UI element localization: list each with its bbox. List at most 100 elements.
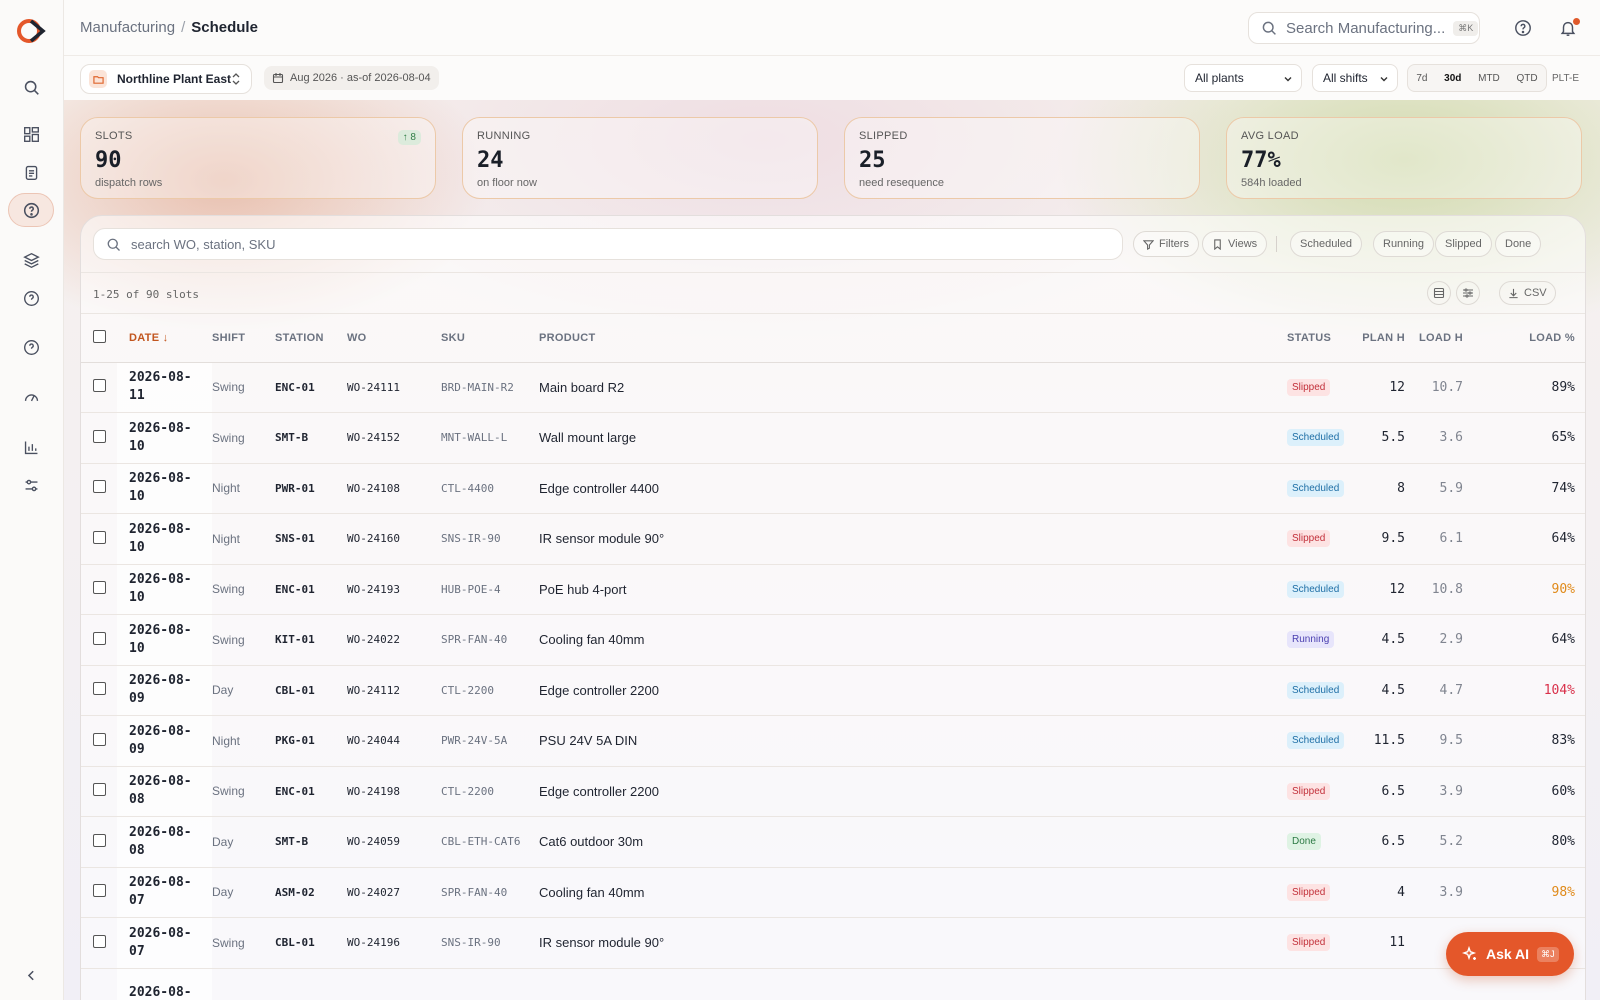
density-icon[interactable] bbox=[1427, 281, 1451, 305]
range-7d[interactable]: 7d bbox=[1416, 73, 1427, 84]
table-row[interactable]: 2026-08-10 Swing KIT-01 WO-24022 SPR-FAN-40 C… bbox=[81, 614, 1585, 666]
plant-name: Northline Plant East bbox=[117, 72, 232, 86]
columns-settings-icon[interactable] bbox=[1456, 281, 1480, 305]
date-range-chip[interactable]: Aug 2026 · as-of 2026-08-04 bbox=[264, 66, 439, 90]
global-search-input[interactable]: Search Manufacturing... ⌘K bbox=[1248, 12, 1480, 44]
cell-shift: Night bbox=[212, 715, 275, 767]
breadcrumb-current: Schedule bbox=[191, 19, 258, 36]
col-header-date[interactable]: DATE ↓ bbox=[117, 314, 212, 363]
cell-load-h: 10.8 bbox=[1417, 564, 1475, 615]
dashboard-icon[interactable] bbox=[14, 117, 48, 151]
breadcrumb-root[interactable]: Manufacturing bbox=[80, 19, 175, 36]
bar-chart-icon[interactable] bbox=[14, 430, 48, 464]
toolbar-divider bbox=[1276, 236, 1277, 252]
cell-load-pct: 80% bbox=[1475, 816, 1585, 868]
table-row[interactable]: 2026-08-07 Day ASM-02 WO-24027 SPR-FAN-40 Coo… bbox=[81, 867, 1585, 918]
shifts-filter-value: All shifts bbox=[1323, 71, 1368, 85]
row-checkbox[interactable] bbox=[81, 513, 117, 565]
table-row[interactable]: 2026-08-11 Swing ENC-01 WO-24111 BRD-MAIN-R2… bbox=[81, 362, 1585, 413]
layers-icon[interactable] bbox=[14, 243, 48, 277]
help-icon[interactable] bbox=[1514, 19, 1532, 37]
table-row[interactable]: 2026-08-08 Day SMT-B WO-24059 CBL-ETH-CAT6 Ca… bbox=[81, 816, 1585, 868]
col-header-load-h[interactable]: LOAD H bbox=[1417, 314, 1475, 363]
collapse-sidebar-icon[interactable] bbox=[14, 958, 48, 992]
gauge-icon[interactable] bbox=[14, 380, 48, 414]
sliders-icon[interactable] bbox=[14, 468, 48, 502]
range-mtd[interactable]: MTD bbox=[1478, 73, 1500, 84]
row-checkbox[interactable] bbox=[81, 917, 117, 969]
row-checkbox[interactable] bbox=[81, 766, 117, 817]
cell-wo: WO-24160 bbox=[347, 513, 441, 565]
table-row[interactable]: 2026-08-10 Night SNS-01 WO-24160 SNS-IR-90 IR… bbox=[81, 513, 1585, 565]
status-chip-slipped[interactable]: Slipped bbox=[1435, 231, 1492, 257]
row-checkbox[interactable] bbox=[81, 715, 117, 767]
col-header-wo[interactable]: WO bbox=[347, 314, 441, 363]
table-row[interactable]: 2026-08-09 Night PKG-01 WO-24044 PWR-24V-5A P… bbox=[81, 715, 1585, 767]
table-row[interactable]: 2026-08-10 Night PWR-01 WO-24108 CTL-4400 Edg… bbox=[81, 463, 1585, 514]
select-all-checkbox[interactable] bbox=[81, 314, 117, 363]
col-header-product[interactable]: PRODUCT bbox=[539, 314, 1287, 363]
row-checkbox[interactable] bbox=[81, 463, 117, 514]
col-header-status[interactable]: STATUS bbox=[1287, 314, 1359, 363]
range-qtd[interactable]: QTD bbox=[1516, 73, 1537, 84]
row-checkbox[interactable] bbox=[81, 362, 117, 413]
row-checkbox[interactable] bbox=[81, 968, 117, 1000]
cell-station: PKG-01 bbox=[275, 715, 347, 767]
clipboard-icon[interactable] bbox=[14, 155, 48, 189]
col-header-load-pct[interactable]: LOAD % bbox=[1475, 314, 1585, 363]
table-row[interactable]: 2026-08-08 Swing ENC-01 WO-24198 CTL-2200 Edg… bbox=[81, 766, 1585, 817]
chevron-down-icon bbox=[1380, 77, 1388, 82]
cell-station bbox=[275, 968, 347, 1000]
status-chip-done[interactable]: Done bbox=[1495, 231, 1542, 257]
table-row[interactable]: 2026-08-10 Swing ENC-01 WO-24193 HUB-POE-4 Po… bbox=[81, 564, 1585, 615]
col-header-sku[interactable]: SKU bbox=[441, 314, 539, 363]
filters-button[interactable]: Filters bbox=[1133, 231, 1199, 257]
status-badge: Scheduled bbox=[1287, 681, 1345, 699]
cell-sku: SNS-IR-90 bbox=[441, 513, 539, 565]
help-icon-2[interactable] bbox=[14, 330, 48, 364]
table-search-input[interactable]: search WO, station, SKU bbox=[93, 228, 1123, 260]
views-button[interactable]: Views bbox=[1202, 231, 1268, 257]
ask-ai-button[interactable]: Ask AI ⌘J bbox=[1446, 932, 1574, 976]
filters-label: Filters bbox=[1159, 238, 1189, 250]
plant-selector[interactable]: Northline Plant East bbox=[80, 64, 252, 94]
cell-plan-h: 11 bbox=[1359, 917, 1417, 969]
cell-wo: WO-24193 bbox=[347, 564, 441, 615]
kpi-sub: dispatch rows bbox=[95, 177, 163, 189]
cell-status: Scheduled bbox=[1287, 463, 1359, 514]
cell-sku: PWR-24V-5A bbox=[441, 715, 539, 767]
bookmark-icon bbox=[1214, 238, 1221, 250]
cell-plan-h: 4 bbox=[1359, 867, 1417, 918]
app-logo-icon[interactable] bbox=[17, 16, 47, 46]
row-checkbox[interactable] bbox=[81, 564, 117, 615]
row-checkbox[interactable] bbox=[81, 867, 117, 918]
row-checkbox[interactable] bbox=[81, 614, 117, 666]
chevron-down-icon bbox=[1284, 77, 1292, 82]
status-chip-running[interactable]: Running bbox=[1373, 231, 1434, 257]
col-header-shift[interactable]: SHIFT bbox=[212, 314, 275, 363]
cell-plan-h: 4.5 bbox=[1359, 665, 1417, 716]
row-checkbox[interactable] bbox=[81, 412, 117, 464]
table-row[interactable]: 2026-08-07 Swing CBL-01 WO-24196 SNS-IR-90 IR… bbox=[81, 917, 1585, 969]
help-circle-icon-active[interactable] bbox=[8, 193, 54, 227]
search-icon[interactable] bbox=[14, 70, 48, 104]
col-header-plan-h[interactable]: PLAN H bbox=[1359, 314, 1417, 363]
ask-ai-shortcut: ⌘J bbox=[1537, 946, 1559, 962]
help-icon[interactable] bbox=[14, 281, 48, 315]
cell-wo: WO-24152 bbox=[347, 412, 441, 464]
cell-load-h: 3.9 bbox=[1417, 766, 1475, 817]
row-checkbox[interactable] bbox=[81, 665, 117, 716]
col-header-station[interactable]: STATION bbox=[275, 314, 347, 363]
export-csv-button[interactable]: CSV bbox=[1499, 281, 1556, 305]
table-row[interactable]: 2026-08- bbox=[81, 968, 1585, 1000]
table-row[interactable]: 2026-08-10 Swing SMT-B WO-24152 MNT-WALL-L Wa… bbox=[81, 412, 1585, 464]
shifts-filter-dropdown[interactable]: All shifts bbox=[1312, 64, 1398, 92]
cell-shift: Swing bbox=[212, 412, 275, 464]
row-checkbox[interactable] bbox=[81, 816, 117, 868]
table-row[interactable]: 2026-08-09 Day CBL-01 WO-24112 CTL-2200 Edge … bbox=[81, 665, 1585, 716]
status-chip-scheduled[interactable]: Scheduled bbox=[1290, 231, 1362, 257]
top-header: Manufacturing / Schedule Search Manufactur… bbox=[64, 0, 1600, 56]
status-badge: Scheduled bbox=[1287, 429, 1345, 447]
plants-filter-dropdown[interactable]: All plants bbox=[1184, 64, 1302, 92]
range-30d[interactable]: 30d bbox=[1444, 73, 1461, 84]
